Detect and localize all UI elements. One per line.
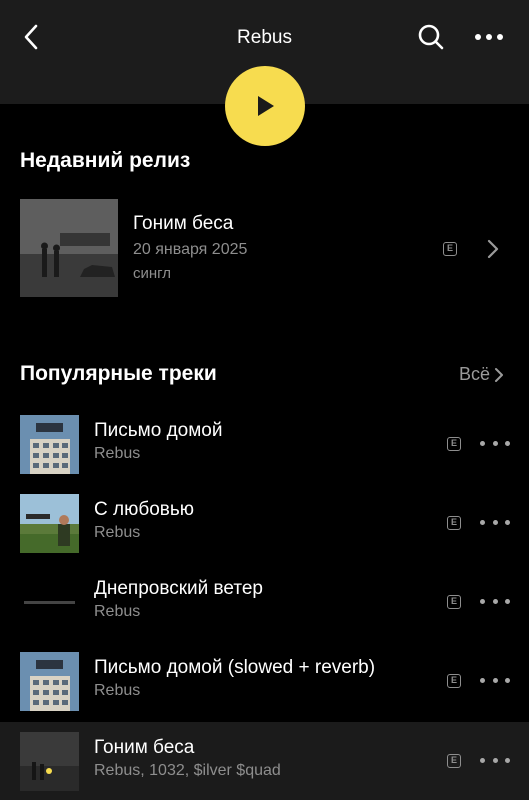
track-row[interactable]: Днепровский ветер Rebus E (0, 563, 529, 641)
more-dot (505, 519, 510, 525)
track-title: С любовью (94, 499, 195, 520)
more-dot (505, 757, 510, 763)
more-dot (505, 440, 510, 446)
explicit-badge: E (447, 595, 461, 609)
more-dot (480, 519, 485, 525)
play-button[interactable] (225, 66, 305, 146)
more-dot (505, 598, 510, 604)
track-more-button[interactable] (480, 433, 510, 453)
explicit-badge: E (447, 437, 461, 451)
more-dot (492, 757, 498, 763)
track-cover-art (20, 494, 79, 553)
track-cover-art (20, 732, 79, 791)
explicit-badge: E (447, 516, 461, 530)
more-dot (492, 598, 498, 604)
more-dot (480, 598, 485, 604)
track-more-button[interactable] (480, 512, 510, 532)
track-row[interactable]: Письмо домой Rebus E (0, 405, 529, 483)
explicit-badge: E (447, 674, 461, 688)
release-type: сингл (133, 265, 172, 282)
popular-tracks-heading: Популярные треки (20, 362, 217, 385)
more-dot (480, 440, 485, 446)
more-horizontal-icon (475, 34, 503, 40)
track-more-button[interactable] (480, 591, 510, 611)
track-title: Гоним беса (94, 737, 195, 758)
search-icon (418, 24, 444, 50)
track-title: Днепровский ветер (94, 578, 263, 599)
track-artist: Rebus (94, 524, 141, 541)
explicit-badge: E (447, 754, 461, 768)
more-dot (492, 677, 498, 683)
more-dot (480, 677, 485, 683)
chevron-right-icon (487, 239, 499, 259)
track-artist: Rebus, 1032, $ilver $quad (94, 762, 281, 779)
track-row-now-playing[interactable]: Гоним беса Rebus, 1032, $ilver $quad E (0, 722, 529, 800)
track-artist: Rebus (94, 445, 141, 462)
track-cover-art (20, 573, 79, 632)
track-more-button[interactable] (480, 750, 510, 770)
more-dot (480, 757, 485, 763)
see-all-link[interactable]: Всё (459, 364, 504, 385)
track-artist: Rebus (94, 682, 141, 699)
more-dot (492, 519, 498, 525)
release-cover-art (20, 199, 118, 297)
release-title: Гоним беса (133, 213, 234, 234)
track-title: Письмо домой (94, 420, 223, 441)
play-icon (258, 96, 274, 116)
track-more-button[interactable] (480, 670, 510, 690)
see-all-label: Всё (459, 364, 491, 384)
track-title: Письмо домой (slowed + reverb) (94, 657, 376, 678)
recent-release-item[interactable]: Гоним беса 20 января 2025 сингл E (0, 198, 529, 298)
explicit-badge: E (443, 242, 457, 256)
track-artist: Rebus (94, 603, 141, 620)
track-cover-art (20, 652, 79, 711)
search-button[interactable] (414, 20, 448, 54)
track-cover-art (20, 415, 79, 474)
release-date: 20 января 2025 (133, 241, 248, 258)
more-dot (505, 677, 510, 683)
page-title: Rebus (237, 27, 292, 48)
more-dot (492, 440, 498, 446)
recent-release-heading: Недавний релиз (20, 149, 191, 172)
track-row[interactable]: Письмо домой (slowed + reverb) Rebus E (0, 642, 529, 720)
more-options-button[interactable] (470, 20, 508, 54)
chevron-right-icon (495, 367, 504, 382)
track-row[interactable]: С любовью Rebus E (0, 484, 529, 562)
